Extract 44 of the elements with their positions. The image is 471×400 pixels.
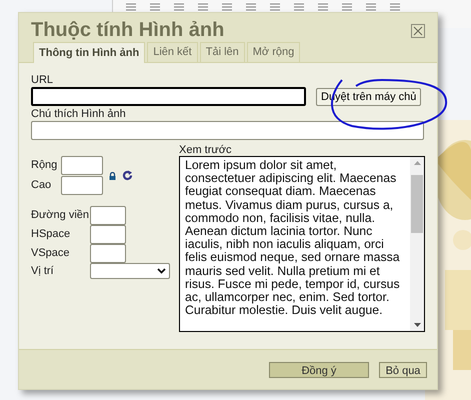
field-label: Vị trí bbox=[31, 264, 55, 279]
scroll-down-icon[interactable] bbox=[414, 323, 420, 327]
input-field[interactable] bbox=[61, 156, 103, 175]
field-label: VSpace bbox=[31, 246, 71, 262]
toolbar-icon[interactable] bbox=[149, 2, 161, 12]
field-label: URL bbox=[31, 73, 54, 87]
toolbar-icon[interactable] bbox=[245, 2, 257, 12]
input-field[interactable] bbox=[61, 176, 103, 195]
tab[interactable]: Tải lên bbox=[200, 42, 245, 62]
toolbar-icon[interactable] bbox=[365, 2, 377, 12]
input-field[interactable] bbox=[31, 87, 306, 106]
toolbar-icon[interactable] bbox=[341, 2, 353, 12]
scrollbar[interactable] bbox=[410, 157, 424, 331]
toolbar-icon[interactable] bbox=[317, 2, 329, 12]
toolbar-icon[interactable] bbox=[197, 2, 209, 12]
toolbar-icon[interactable] bbox=[125, 2, 137, 12]
field-label: Xem trước bbox=[179, 144, 232, 156]
input-field[interactable] bbox=[90, 244, 126, 263]
tab[interactable]: Liên kết bbox=[147, 42, 198, 62]
field-label: Chú thích Hình ảnh bbox=[31, 107, 127, 121]
field-label: HSpace bbox=[31, 227, 72, 242]
scroll-up-icon[interactable] bbox=[414, 161, 420, 165]
dialog-button[interactable]: Đồng ý bbox=[269, 362, 369, 378]
field-label: Rộng bbox=[31, 158, 58, 174]
chevron-down-icon bbox=[157, 268, 166, 274]
dialog-title: Thuộc tính Hình ảnh bbox=[31, 18, 224, 43]
lock-icon[interactable] bbox=[109, 172, 116, 180]
toolbar-icon[interactable] bbox=[221, 2, 233, 12]
input-field[interactable] bbox=[90, 225, 126, 244]
field-label: Đường viền bbox=[31, 208, 90, 224]
toolbar-icon[interactable] bbox=[269, 2, 281, 12]
align-dropdown[interactable] bbox=[90, 263, 170, 280]
input-field[interactable] bbox=[90, 206, 126, 225]
input-field[interactable] bbox=[31, 121, 424, 140]
tab[interactable]: Mở rộng bbox=[246, 42, 300, 62]
reset-icon[interactable] bbox=[122, 170, 133, 181]
close-icon[interactable] bbox=[411, 24, 425, 38]
preview-text: Lorem ipsum dolor sit amet, consectetuer adipiscing elit. Maecenas feugiat consequat diam. Maecenas metus. Vivamus diam purus, cursus a, commodo non, facilisis vitae, nulla. Aenean dictum lacinia tortor. Nunc iaculis, nibh non iaculis aliquam, orci felis euismod neque, sed ornare massa mauris sed velit. Nulla pretium mi et risus. Fusce mi pede, tempor id, cursus ac, ullamcorper nec, enim. Sed tortor. Curabitur molestie. Duis velit augue. bbox=[184, 157, 401, 320]
toolbar-icon[interactable] bbox=[293, 2, 305, 12]
toolbar-icon[interactable] bbox=[173, 2, 185, 12]
tab[interactable]: Thông tin Hình ảnh bbox=[33, 42, 146, 63]
toolbar-icon[interactable] bbox=[389, 2, 401, 12]
dialog-button[interactable]: Bỏ qua bbox=[379, 362, 427, 378]
field-label: Cao bbox=[31, 178, 52, 194]
